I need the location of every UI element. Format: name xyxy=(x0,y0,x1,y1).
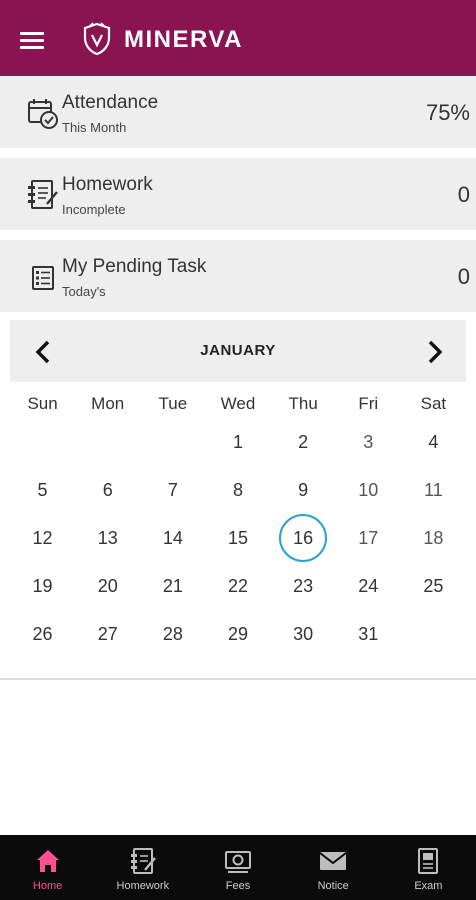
notebook-icon xyxy=(28,180,58,209)
calendar-day[interactable]: 14 xyxy=(140,514,205,562)
nav-exam-label: Exam xyxy=(414,880,443,892)
calendar-day[interactable]: 19 xyxy=(10,562,75,610)
nav-home-label: Home xyxy=(32,880,63,892)
homework-title: Homework xyxy=(62,174,153,195)
calendar-day[interactable]: 7 xyxy=(140,466,205,514)
weekday-label: Wed xyxy=(220,394,256,413)
calendar-day[interactable]: 29 xyxy=(205,610,270,658)
nav-notice-label: Notice xyxy=(317,880,349,892)
homework-subtitle: Incomplete xyxy=(62,202,126,217)
homework-value: 0 xyxy=(457,182,470,207)
attendance-value: 75% xyxy=(425,100,470,125)
calendar-day[interactable]: 9 xyxy=(271,466,336,514)
calendar-day[interactable]: 22 xyxy=(205,562,270,610)
calendar-check-icon xyxy=(28,99,58,129)
top-app-bar: MINERVA xyxy=(0,0,476,76)
calendar-day[interactable]: 26 xyxy=(10,610,75,658)
app-root: MINERVA Attendance This Month 75% Homewo… xyxy=(0,0,476,900)
attendance-subtitle: This Month xyxy=(62,120,127,135)
pending-task-value: 0 xyxy=(457,264,470,289)
calendar-day-empty xyxy=(140,418,205,466)
calendar-week: 5 6 7 8 9 10 11 xyxy=(10,466,466,514)
attendance-card[interactable]: Attendance This Month 75% xyxy=(0,76,476,148)
weekday-label: Sat xyxy=(420,394,447,413)
calendar-day[interactable]: 31 xyxy=(336,610,401,658)
calendar-day[interactable]: 6 xyxy=(75,466,140,514)
app-title: MINERVA xyxy=(124,26,243,53)
calendar-week: 1 2 3 4 xyxy=(10,418,466,466)
weekday-label: Sun xyxy=(27,394,58,413)
calendar-day[interactable]: 8 xyxy=(205,466,270,514)
calendar-month-label: JANUARY xyxy=(200,342,276,359)
calendar-day[interactable]: 12 xyxy=(10,514,75,562)
calendar-day[interactable]: 4 xyxy=(401,418,466,466)
nav-fees[interactable]: Fees xyxy=(190,835,285,900)
calendar-day[interactable]: 18 xyxy=(401,514,466,562)
calendar-day[interactable]: 20 xyxy=(75,562,140,610)
calendar-week: 19 20 21 22 23 24 25 xyxy=(10,562,466,610)
checklist-icon xyxy=(32,266,54,290)
weekday-label: Tue xyxy=(158,394,188,413)
nav-notice[interactable]: Notice xyxy=(286,835,381,900)
mail-icon xyxy=(319,852,347,870)
calendar-day[interactable]: 28 xyxy=(140,610,205,658)
calendar-day[interactable]: 3 xyxy=(336,418,401,466)
nav-homework-label: Homework xyxy=(116,880,170,892)
calendar-day[interactable]: 21 xyxy=(140,562,205,610)
calendar-header: JANUARY xyxy=(10,320,466,382)
calendar-day-empty xyxy=(75,418,140,466)
calendar-day[interactable]: 15 xyxy=(205,514,270,562)
pending-task-title: My Pending Task xyxy=(62,256,207,277)
calendar-day[interactable]: 5 xyxy=(10,466,75,514)
nav-home[interactable]: Home xyxy=(0,835,95,900)
calendar-week: 12 13 14 15 16 17 18 xyxy=(10,514,466,562)
calendar-day[interactable]: 25 xyxy=(401,562,466,610)
calendar-day[interactable]: 24 xyxy=(336,562,401,610)
calendar-weekdays: Sun Mon Tue Wed Thu Fri Sat xyxy=(10,394,466,416)
weekday-label: Mon xyxy=(91,394,125,413)
hamburger-icon[interactable] xyxy=(18,26,50,50)
nav-exam[interactable]: Exam xyxy=(381,835,476,900)
calendar-day[interactable]: 27 xyxy=(75,610,140,658)
calendar-week: 26 27 28 29 30 31 xyxy=(10,610,466,658)
calendar-day-empty xyxy=(401,610,466,658)
calendar-day[interactable]: 2 xyxy=(271,418,336,466)
calendar-day-today[interactable]: 16 xyxy=(271,514,336,562)
bottom-navigation: Home Homework Fees Notice Exam xyxy=(0,835,476,900)
exam-icon xyxy=(418,848,439,874)
calendar-divider xyxy=(0,678,476,680)
calendar-day[interactable]: 10 xyxy=(336,466,401,514)
calendar-day-empty xyxy=(10,418,75,466)
calendar-day[interactable]: 13 xyxy=(75,514,140,562)
attendance-title: Attendance xyxy=(62,92,159,113)
home-icon xyxy=(36,850,59,872)
nav-fees-label: Fees xyxy=(225,880,251,892)
homework-card[interactable]: Homework Incomplete 0 xyxy=(0,158,476,230)
chevron-right-icon[interactable] xyxy=(420,338,448,366)
shield-logo-icon xyxy=(83,22,111,56)
calendar-day[interactable]: 1 xyxy=(205,418,270,466)
pending-task-card[interactable]: My Pending Task Today's 0 xyxy=(0,240,476,312)
calendar-day[interactable]: 23 xyxy=(271,562,336,610)
calendar-day[interactable]: 30 xyxy=(271,610,336,658)
fees-icon xyxy=(225,851,251,873)
homework-icon xyxy=(130,848,156,874)
weekday-label: Fri xyxy=(358,394,379,413)
calendar-day[interactable]: 11 xyxy=(401,466,466,514)
calendar-day[interactable]: 17 xyxy=(336,514,401,562)
nav-homework[interactable]: Homework xyxy=(95,835,190,900)
pending-task-subtitle: Today's xyxy=(62,284,106,299)
weekday-label: Thu xyxy=(288,394,318,413)
